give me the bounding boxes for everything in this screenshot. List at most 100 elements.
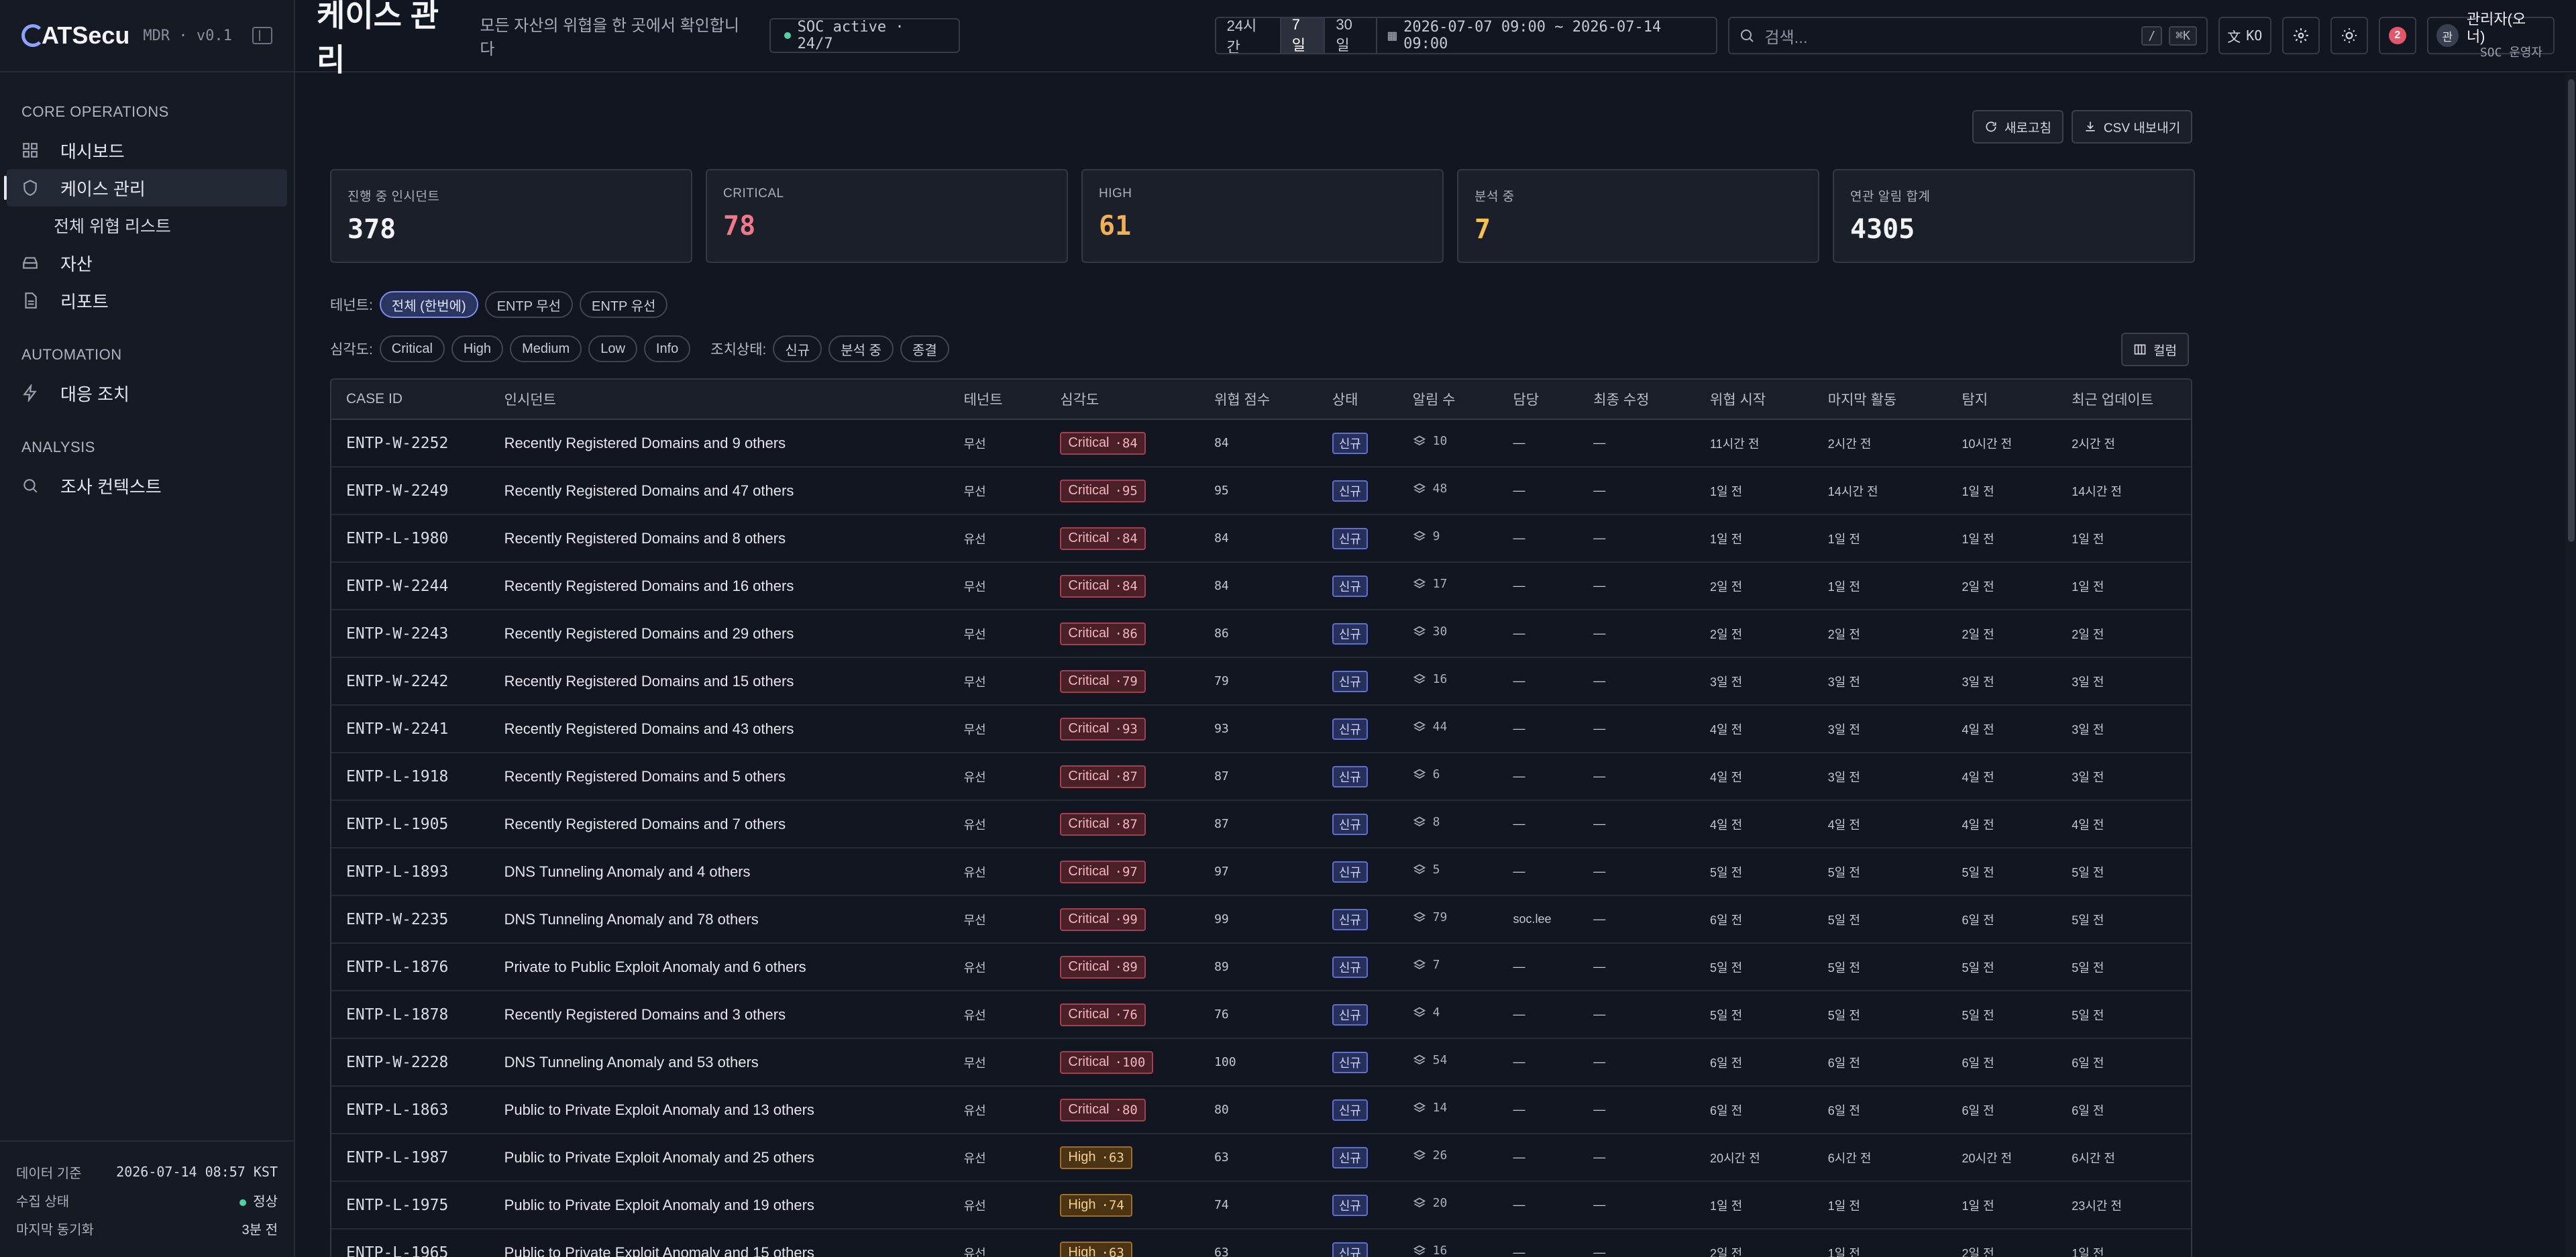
incident-cell[interactable]: Recently Registered Domains and 29 other… [490,625,949,643]
action-chip-new[interactable]: 신규 [773,335,822,362]
incident-cell[interactable]: Public to Private Exploit Anomaly and 25… [490,1149,949,1166]
incident-cell[interactable]: Recently Registered Domains and 5 others [490,768,949,785]
case-id-cell[interactable]: ENTP-L-1965 [331,1244,490,1257]
case-id-cell[interactable]: ENTP-L-1905 [331,816,490,833]
case-id-cell[interactable]: ENTP-W-2244 [331,578,490,595]
settings-button[interactable] [2282,17,2320,54]
page-scrollbar[interactable] [2565,74,2576,1257]
tenant-chip-all[interactable]: 전체 (한번에) [379,291,478,318]
incident-cell[interactable]: Recently Registered Domains and 7 others [490,816,949,833]
severity-chip-critical[interactable]: Critical [379,335,445,362]
table-row[interactable]: ENTP-L-1987 Public to Private Exploit Ano… [331,1134,2191,1182]
col-header-case-id[interactable]: CASE ID [331,391,490,407]
tenant-chip-wired[interactable]: ENTP 유선 [580,291,668,318]
case-id-cell[interactable]: ENTP-W-2228 [331,1054,490,1071]
col-header-owner[interactable]: 담당 [1498,389,1578,409]
action-chip-analyzing[interactable]: 분석 중 [828,335,894,362]
case-id-cell[interactable]: ENTP-W-2235 [331,911,490,928]
theme-toggle-button[interactable] [2330,17,2368,54]
incident-cell[interactable]: Recently Registered Domains and 15 other… [490,673,949,690]
col-header-status[interactable]: 상태 [1318,389,1398,409]
incident-cell[interactable]: Recently Registered Domains and 43 other… [490,720,949,738]
sidebar-collapse-icon[interactable] [252,27,272,44]
case-id-cell[interactable]: ENTP-L-1918 [331,768,490,785]
table-row[interactable]: ENTP-L-1965 Public to Private Exploit Ano… [331,1229,2191,1257]
table-row[interactable]: ENTP-W-2244 Recently Registered Domains a… [331,563,2191,610]
incident-cell[interactable]: DNS Tunneling Anomaly and 4 others [490,863,949,881]
sidebar-item-reports[interactable]: 리포트 [7,282,287,319]
table-row[interactable]: ENTP-L-1980 Recently Registered Domains a… [331,515,2191,563]
incident-cell[interactable]: Recently Registered Domains and 16 other… [490,578,949,595]
table-row[interactable]: ENTP-W-2243 Recently Registered Domains a… [331,610,2191,658]
range-24h-button[interactable]: 24시간 [1216,18,1281,53]
table-row[interactable]: ENTP-W-2228 DNS Tunneling Anomaly and 53 … [331,1039,2191,1087]
stat-card-analyzing[interactable]: 분석 중 7 [1457,169,1819,263]
case-id-cell[interactable]: ENTP-L-1878 [331,1006,490,1024]
stat-card-critical[interactable]: CRITICAL 78 [706,169,1068,263]
case-id-cell[interactable]: ENTP-W-2252 [331,435,490,452]
stat-card-active[interactable]: 진행 중 인시던트 378 [330,169,692,263]
case-id-cell[interactable]: ENTP-L-1980 [331,530,490,547]
table-row[interactable]: ENTP-W-2249 Recently Registered Domains a… [331,468,2191,515]
case-id-cell[interactable]: ENTP-L-1893 [331,863,490,881]
incident-cell[interactable]: Recently Registered Domains and 8 others [490,530,949,547]
incident-cell[interactable]: Recently Registered Domains and 3 others [490,1006,949,1024]
table-row[interactable]: ENTP-W-2235 DNS Tunneling Anomaly and 78 … [331,896,2191,944]
csv-export-button[interactable]: CSV 내보내기 [2071,110,2193,144]
refresh-button[interactable]: 새로고침 [1972,110,2063,144]
incident-cell[interactable]: DNS Tunneling Anomaly and 78 others [490,911,949,928]
brand-logo[interactable]: ATSecu [21,21,129,50]
case-id-cell[interactable]: ENTP-W-2249 [331,482,490,500]
tenant-chip-wireless[interactable]: ENTP 무선 [484,291,574,318]
incident-cell[interactable]: Recently Registered Domains and 9 others [490,435,949,452]
case-id-cell[interactable]: ENTP-W-2242 [331,673,490,690]
incident-cell[interactable]: Private to Public Exploit Anomaly and 6 … [490,959,949,976]
col-header-start[interactable]: 위협 시작 [1695,389,1813,409]
range-30d-button[interactable]: 30일 [1325,18,1377,53]
stat-card-high[interactable]: HIGH 61 [1081,169,1444,263]
incident-cell[interactable]: Public to Private Exploit Anomaly and 15… [490,1244,949,1257]
incident-cell[interactable]: Public to Private Exploit Anomaly and 19… [490,1197,949,1214]
sidebar-item-assets[interactable]: 자산 [7,244,287,282]
search-input[interactable]: 검색... / ⌘K [1728,17,2208,54]
language-button[interactable]: 文 KO [2218,17,2271,54]
stat-card-alerts-total[interactable]: 연관 알림 합계 4305 [1833,169,2195,263]
severity-chip-info[interactable]: Info [643,335,691,362]
table-row[interactable]: ENTP-L-1905 Recently Registered Domains a… [331,801,2191,849]
table-row[interactable]: ENTP-W-2242 Recently Registered Domains a… [331,658,2191,706]
case-id-cell[interactable]: ENTP-W-2241 [331,720,490,738]
incident-cell[interactable]: Recently Registered Domains and 47 other… [490,482,949,500]
col-header-incident[interactable]: 인시던트 [490,389,949,409]
case-id-cell[interactable]: ENTP-W-2243 [331,625,490,643]
user-menu-button[interactable]: 관 관리자(오너) SOC 운영자 [2426,11,2555,60]
col-header-severity[interactable]: 심각도 [1045,389,1199,409]
table-row[interactable]: ENTP-W-2252 Recently Registered Domains a… [331,420,2191,468]
range-7d-button[interactable]: 7일 [1281,18,1326,53]
severity-chip-high[interactable]: High [451,335,504,362]
incident-cell[interactable]: Public to Private Exploit Anomaly and 13… [490,1101,949,1119]
severity-chip-low[interactable]: Low [588,335,637,362]
table-row[interactable]: ENTP-L-1876 Private to Public Exploit Ano… [331,944,2191,991]
case-id-cell[interactable]: ENTP-L-1863 [331,1101,490,1119]
table-row[interactable]: ENTP-L-1893 DNS Tunneling Anomaly and 4 o… [331,849,2191,896]
col-header-modified[interactable]: 최종 수정 [1578,389,1695,409]
action-chip-closed[interactable]: 종결 [900,335,949,362]
sidebar-item-investigation[interactable]: 조사 컨텍스트 [7,467,287,504]
col-header-score[interactable]: 위협 점수 [1199,389,1318,409]
sidebar-item-all-threats[interactable]: 전체 위협 리스트 [7,207,287,244]
table-row[interactable]: ENTP-L-1975 Public to Private Exploit Ano… [331,1182,2191,1229]
col-header-tenant[interactable]: 테넌트 [949,389,1046,409]
sidebar-item-cases[interactable]: 케이스 관리 [4,169,287,207]
date-range-picker[interactable]: ▦ 2026-07-07 09:00 ~ 2026-07-14 09:00 [1377,18,1717,53]
columns-button[interactable]: 컬럼 [2121,333,2189,366]
sidebar-item-response[interactable]: 대응 조치 [7,374,287,412]
case-id-cell[interactable]: ENTP-L-1987 [331,1149,490,1166]
scrollbar-thumb[interactable] [2568,79,2575,542]
table-row[interactable]: ENTP-L-1878 Recently Registered Domains a… [331,991,2191,1039]
table-row[interactable]: ENTP-L-1863 Public to Private Exploit Ano… [331,1087,2191,1134]
case-id-cell[interactable]: ENTP-L-1876 [331,959,490,976]
severity-chip-medium[interactable]: Medium [510,335,582,362]
case-id-cell[interactable]: ENTP-L-1975 [331,1197,490,1214]
col-header-updated[interactable]: 최근 업데이트 [2057,389,2191,409]
sidebar-item-dashboard[interactable]: 대시보드 [7,131,287,169]
